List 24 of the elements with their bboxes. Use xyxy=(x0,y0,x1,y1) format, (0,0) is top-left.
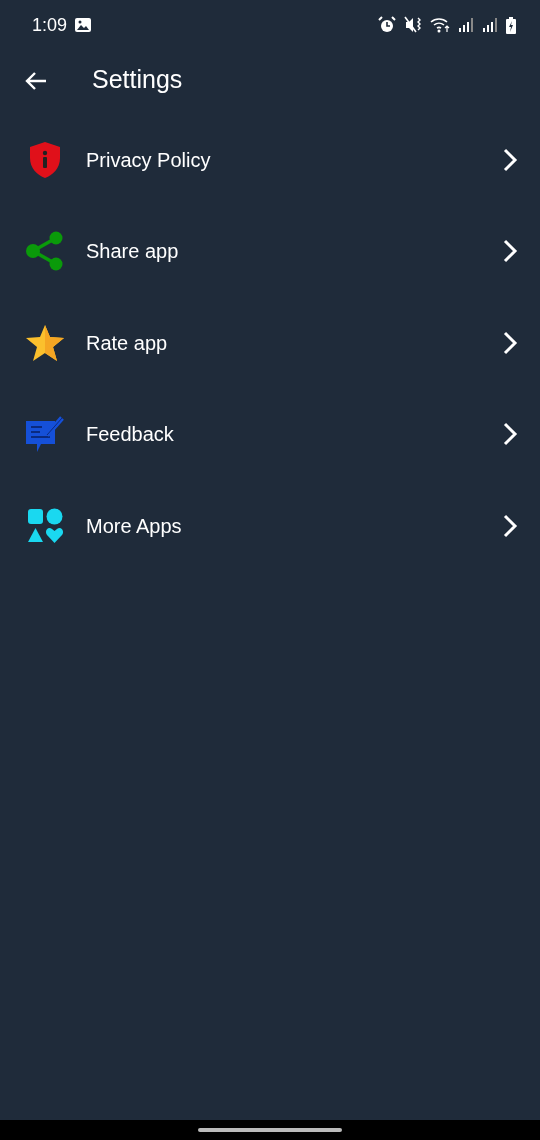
star-icon xyxy=(25,323,65,362)
chevron-right-icon xyxy=(502,421,518,448)
status-time: 1:09 xyxy=(32,13,68,37)
settings-item[interactable]: Share app xyxy=(0,205,540,297)
shapes-icon xyxy=(27,507,63,544)
shield-info-icon xyxy=(28,140,62,179)
settings-item[interactable]: Feedback xyxy=(0,388,540,480)
signal-icon xyxy=(458,17,474,33)
settings-item[interactable]: Privacy Policy xyxy=(0,114,540,206)
page-title: Settings xyxy=(92,64,183,96)
wifi-icon xyxy=(430,17,450,33)
chevron-right-icon xyxy=(502,329,518,356)
alarm-icon xyxy=(378,16,396,34)
chevron-right-icon xyxy=(502,512,518,539)
share-icon xyxy=(25,231,65,272)
settings-item[interactable]: Rate app xyxy=(0,297,540,389)
edit-message-icon xyxy=(25,415,65,454)
chevron-right-icon xyxy=(502,238,518,265)
mute-vibrate-icon xyxy=(404,16,422,34)
settings-item[interactable]: More Apps xyxy=(0,480,540,572)
battery-charging-icon xyxy=(506,16,516,34)
signal-icon xyxy=(482,17,498,33)
chevron-right-icon xyxy=(502,146,518,173)
image-icon xyxy=(75,18,92,32)
